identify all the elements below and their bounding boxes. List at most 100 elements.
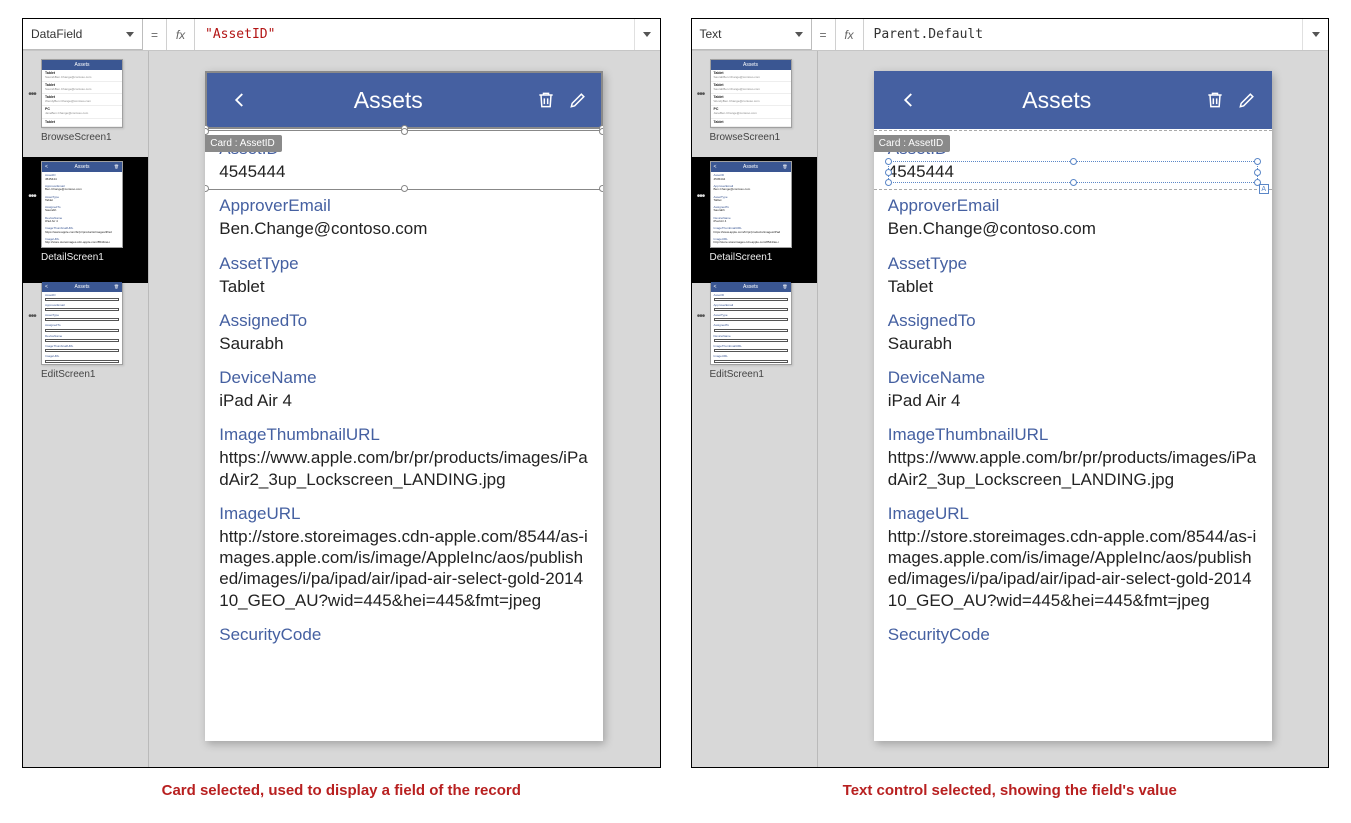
app-body: AssetID 4545444 ApproverEmail Ben.Change… [205,129,603,649]
thumb-field-label: ApproverEmail [711,302,791,307]
screen-label: BrowseScreen1 [41,132,123,143]
data-card[interactable]: ImageThumbnailURL https://www.apple.com/… [205,415,603,494]
thumb-edit-box [714,360,788,363]
field-value[interactable]: http://store.storeimages.cdn-apple.com/8… [219,526,589,611]
thumb-list-item: TabletSaurabBen.Change@contoso.com [711,82,791,94]
data-card[interactable]: ImageThumbnailURL https://www.apple.com/… [874,415,1272,494]
thumb-menu-dots[interactable]: ••• [696,311,706,322]
app-header[interactable]: Assets [874,71,1272,129]
app-title: Assets [920,87,1194,114]
thumb-field-label: ImageURL [42,353,122,358]
text-selection-outline[interactable]: A [888,161,1258,183]
thumb-field-value: http://store.storeimages.cdn-apple.com/8… [711,241,791,246]
thumb-edit-box [714,329,788,332]
header-selection-outline [205,71,603,129]
field-label: ImageURL [888,504,1258,524]
formula-input[interactable]: Parent.Default [864,19,1303,50]
property-selector[interactable]: DataField [23,19,143,50]
thumb-list-item: Tablet [711,119,791,128]
data-card[interactable]: ApproverEmail Ben.Change@contoso.com [874,186,1272,243]
field-value[interactable]: iPad Air 4 [219,390,589,411]
field-label: DeviceName [219,368,589,388]
field-value[interactable]: Tablet [219,276,589,297]
thumb-header: Assets [42,282,122,292]
screen-thumb-browse[interactable]: AssetsTabletSaurabBen.Change@contoso.com… [41,59,123,128]
field-value[interactable]: Ben.Change@contoso.com [219,218,589,239]
data-card[interactable]: AssignedTo Saurabh [874,301,1272,358]
thumb-field-label: ApproverEmail [42,302,122,307]
thumb-edit-box [45,329,119,332]
app-body: AssetID 4545444 ApproverEmail Ben.Change… [874,129,1272,649]
app-preview[interactable]: Assets Card : AssetID A AssetID [874,71,1272,741]
thumb-field-value: http://store.storeimages.cdn-apple.com/8… [42,241,122,246]
field-value[interactable]: Saurabh [219,333,589,354]
thumb-edit-box [714,339,788,342]
data-card[interactable]: ApproverEmail Ben.Change@contoso.com [205,186,603,243]
data-card[interactable]: SecurityCode [205,615,603,649]
thumb-field-label: AssignedTo [42,322,122,327]
data-card[interactable]: SecurityCode [874,615,1272,649]
screen-thumb-detail[interactable]: AssetsAssetID4545444ApproverEmailBen.Cha… [41,161,123,247]
property-selector-value: Text [700,27,722,41]
data-card[interactable]: AssetType Tablet [205,244,603,301]
screen-thumb-detail[interactable]: AssetsAssetID4545444ApproverEmailBen.Cha… [710,161,792,247]
data-card[interactable]: AssignedTo Saurabh [205,301,603,358]
canvas-area[interactable]: Assets Card : AssetID A AssetID [817,51,1329,767]
field-label: ImageThumbnailURL [219,425,589,445]
field-label: ApproverEmail [219,196,589,216]
screen-label: BrowseScreen1 [710,132,792,143]
field-value[interactable]: http://store.storeimages.cdn-apple.com/8… [888,526,1258,611]
screen-thumb-edit[interactable]: AssetsAssetIDApproverEmailAssetTypeAssig… [41,281,123,365]
field-value[interactable]: Tablet [888,276,1258,297]
thumb-menu-dots[interactable]: ••• [696,89,706,100]
formula-input[interactable]: "AssetID" [195,19,634,50]
thumb-header: Assets [42,162,122,172]
property-selector[interactable]: Text [692,19,812,50]
data-card[interactable]: ImageURL http://store.storeimages.cdn-ap… [205,494,603,615]
field-value[interactable]: Saurabh [888,333,1258,354]
field-value[interactable]: https://www.apple.com/br/pr/products/ima… [219,447,589,490]
thumb-list-item: PCJaneBen.Change@contoso.com [42,106,122,118]
canvas-area[interactable]: Assets Card : AssetID AssetID [148,51,660,767]
field-label: ApproverEmail [888,196,1258,216]
data-card[interactable]: ImageURL http://store.storeimages.cdn-ap… [874,494,1272,615]
thumb-menu-dots[interactable]: ••• [27,89,37,100]
thumb-menu-dots[interactable]: ••• [27,311,37,322]
thumb-edit-box [45,360,119,363]
app-preview[interactable]: Assets Card : AssetID AssetID [205,71,603,741]
thumb-edit-box [714,298,788,301]
thumb-field-label: AssetID [711,292,791,297]
thumb-edit-box [714,318,788,321]
fx-icon[interactable]: fx [836,19,864,50]
screen-thumb-edit[interactable]: AssetsAssetIDApproverEmailAssetTypeAssig… [710,281,792,365]
thumb-menu-dots[interactable]: ••• [696,191,706,202]
data-card[interactable]: DeviceName iPad Air 4 [205,358,603,415]
field-value[interactable]: https://www.apple.com/br/pr/products/ima… [888,447,1258,490]
formula-bar: Text = fx Parent.Default [692,19,1329,51]
thumb-list-item: TabletSaurabBen.Change@contoso.com [42,70,122,82]
field-label: AssetType [888,254,1258,274]
label-adorner-icon[interactable]: A [1259,184,1269,194]
thumb-field-label: ImageThumbnailURL [711,343,791,348]
edit-icon[interactable] [1236,89,1258,111]
fx-icon[interactable]: fx [167,19,195,50]
data-card[interactable]: AssetType Tablet [874,244,1272,301]
equals-label: = [812,19,836,50]
field-value[interactable]: iPad Air 4 [888,390,1258,411]
screen-label: EditScreen1 [710,369,792,380]
thumb-edit-box [45,349,119,352]
panel-caption: Card selected, used to display a field o… [22,782,661,799]
field-value[interactable]: Ben.Change@contoso.com [888,218,1258,239]
trash-icon[interactable] [1204,89,1226,111]
back-icon[interactable] [898,89,920,111]
thumb-field-label: AssetType [711,312,791,317]
thumb-menu-dots[interactable]: ••• [27,191,37,202]
field-label: DeviceName [888,368,1258,388]
formula-expand-button[interactable] [634,19,660,50]
data-card[interactable]: DeviceName iPad Air 4 [874,358,1272,415]
screen-tree: ••• AssetsTabletSaurabBen.Change@contoso… [23,51,148,767]
selection-tooltip: Card : AssetID [874,135,950,152]
screen-label: DetailScreen1 [41,252,123,263]
formula-expand-button[interactable] [1302,19,1328,50]
screen-thumb-browse[interactable]: AssetsTabletSaurabBen.Change@contoso.com… [710,59,792,128]
